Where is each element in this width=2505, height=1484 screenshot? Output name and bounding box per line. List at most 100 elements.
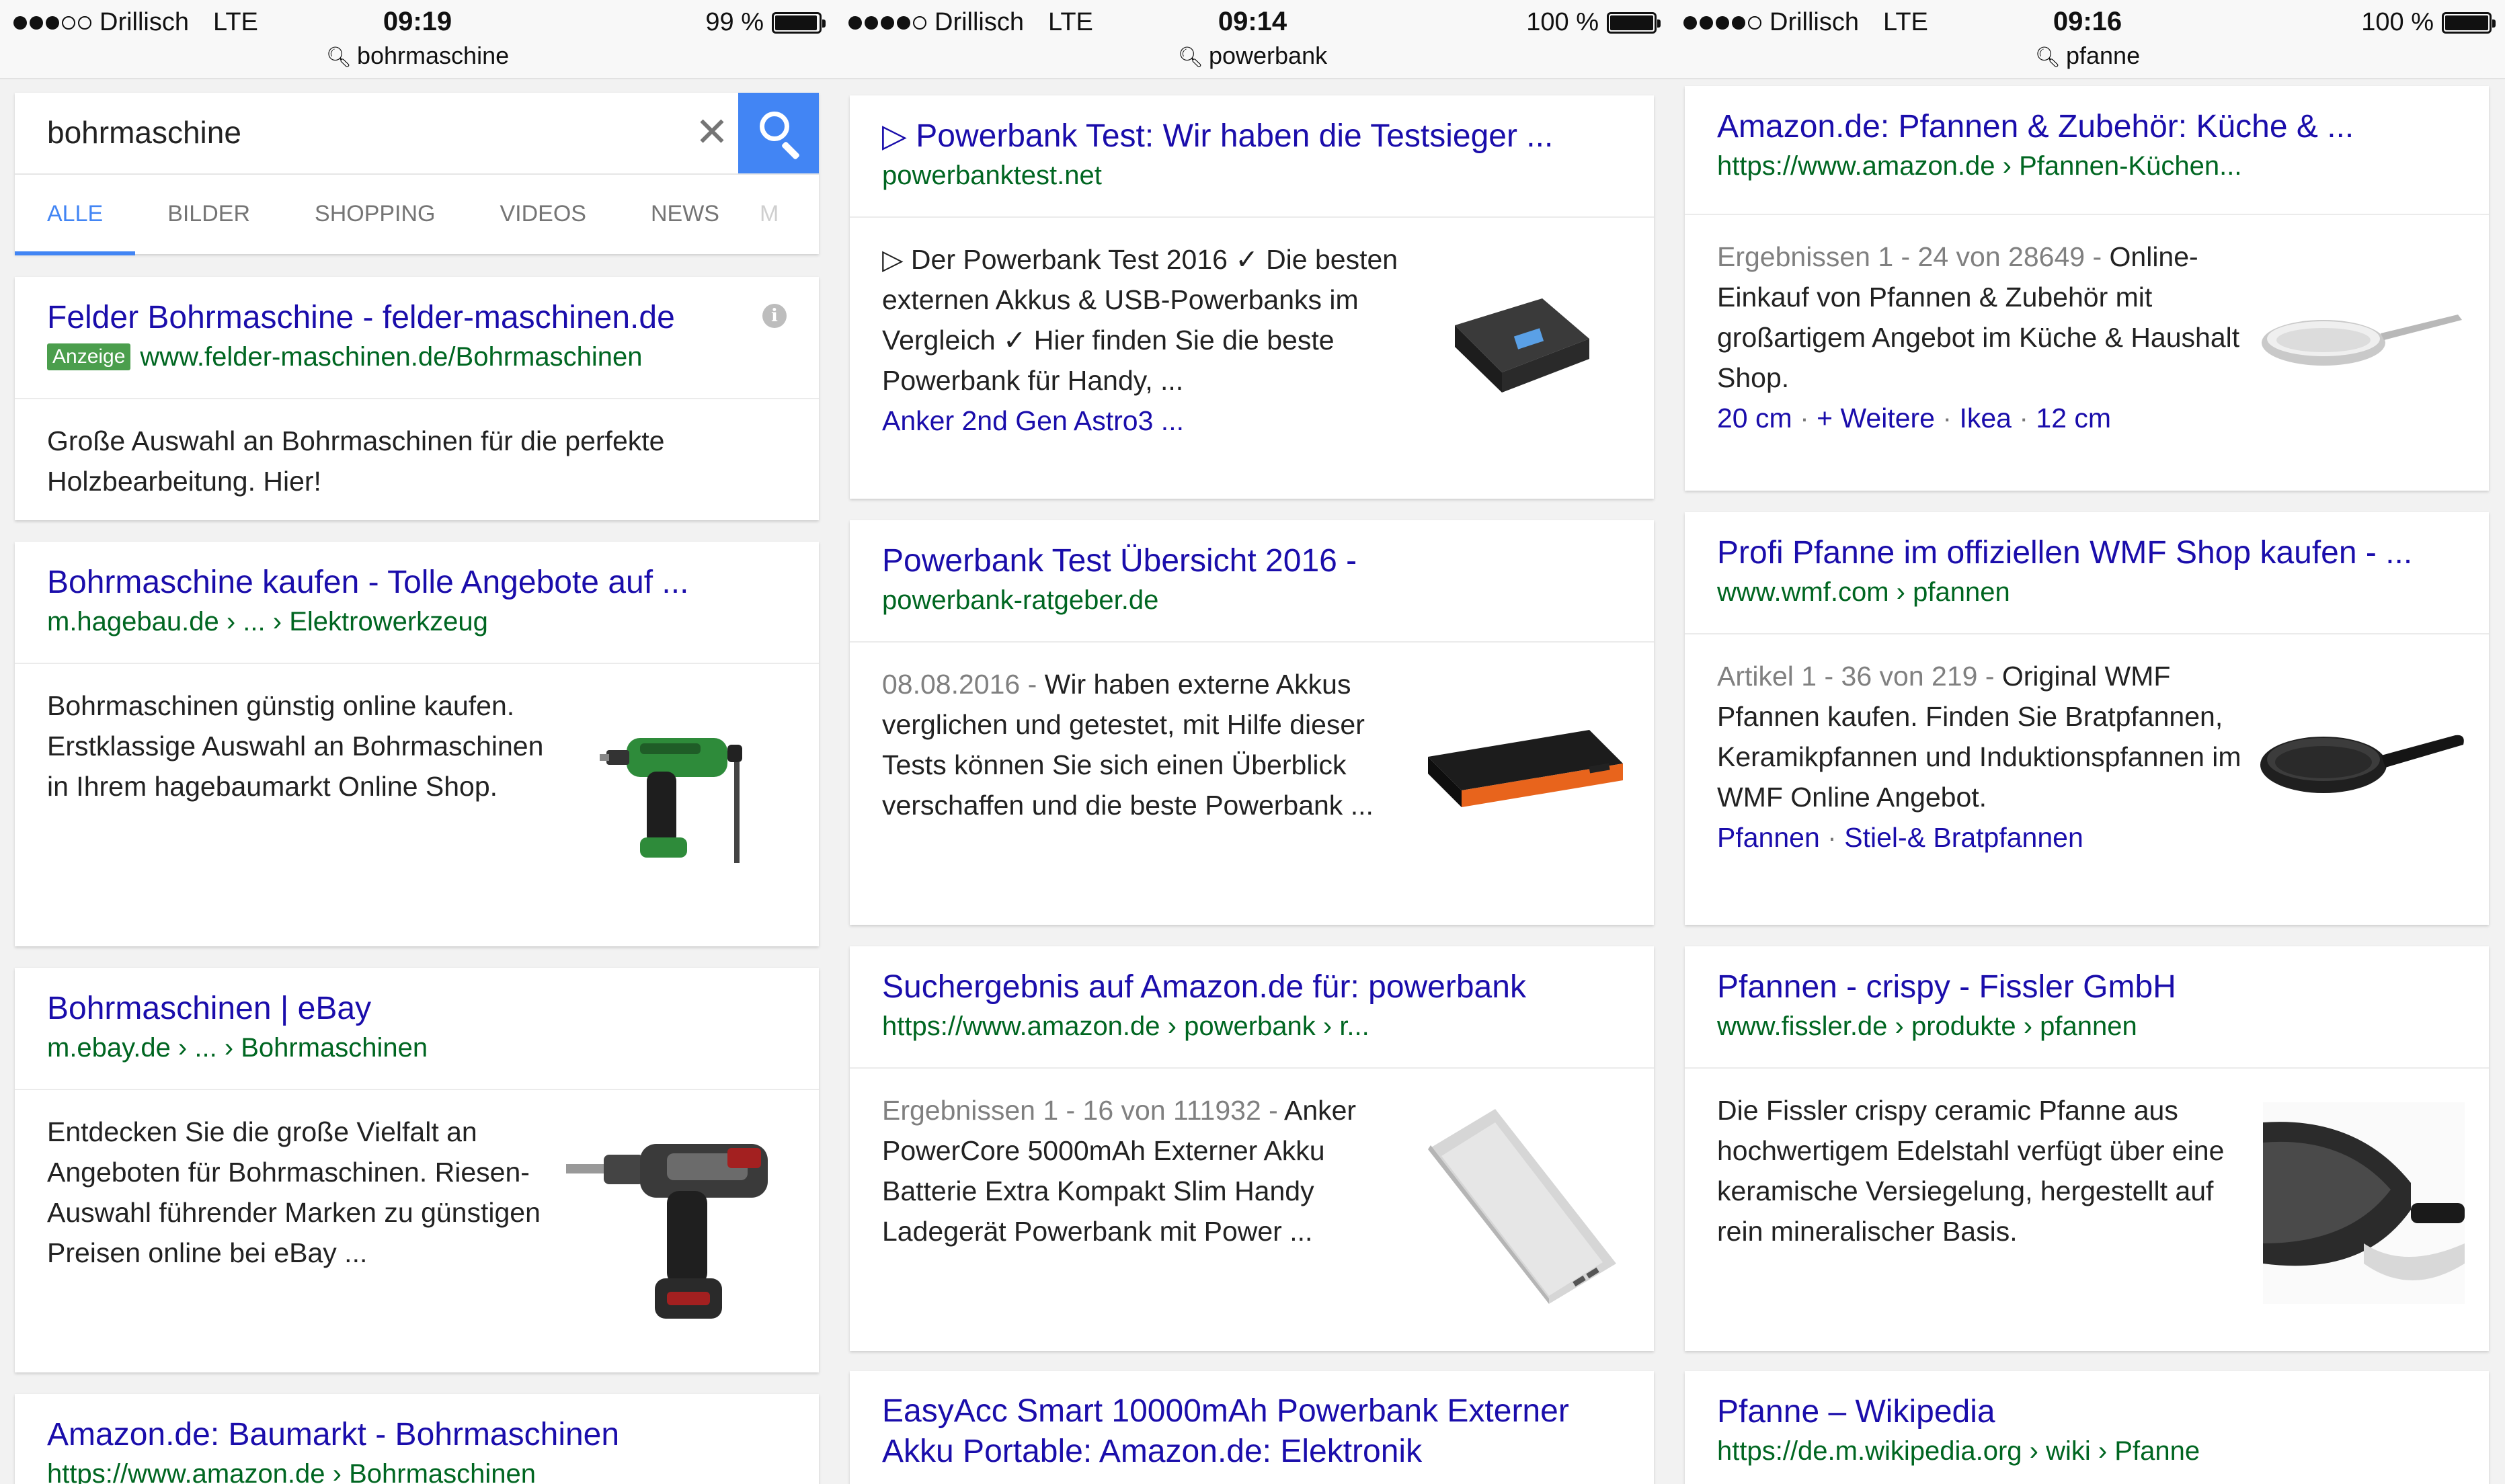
address-bar[interactable]: 🔍︎ pfanne [1670,42,2505,70]
address-text: pfanne [2065,42,2141,69]
result-title[interactable]: Pfannen - crispy - Fissler GmbH [1717,968,2457,1007]
ad-result-card: Felder Bohrmaschine - felder-maschinen.d… [15,277,819,520]
result-card: Suchergebnis auf Amazon.de für: powerban… [850,946,1654,1351]
result-snippet: Ergebnissen 1 - 16 von 111932 - Anker Po… [882,1095,1357,1247]
result-card: Amazon.de: Baumarkt - Bohrmaschinen http… [15,1394,819,1484]
result-title[interactable]: EasyAcc Smart 10000mAh Powerbank Externe… [882,1391,1622,1472]
battery-percent: 100 % [1526,8,1599,36]
powerbank-image[interactable] [1441,285,1603,413]
result-title[interactable]: Bohrmaschine kaufen - Tolle Angebote auf… [47,563,787,602]
search-icon [760,112,789,141]
powerbank-image[interactable] [1421,716,1630,817]
pan-image[interactable] [2256,715,2471,816]
result-url[interactable]: m.hagebau.de › ... › Elektrowerkzeug [47,602,787,641]
battery-icon [772,11,826,34]
clear-icon[interactable]: ✕ [682,102,742,163]
address-bar[interactable]: 🔍︎ bohrmaschine [0,42,835,70]
result-url[interactable]: https://de.m.wikipedia.org › wiki › Pfan… [1717,1432,2457,1471]
drill-image[interactable] [600,725,781,872]
tab-shopping[interactable]: SHOPPING [282,175,467,254]
result-card: EasyAcc Smart 10000mAh Powerbank Externe… [850,1371,1654,1484]
result-url[interactable]: m.ebay.de › ... › Bohrmaschinen [47,1028,787,1067]
search-input[interactable] [15,93,740,172]
status-bar: Drillisch LTE 09:19 99 % 🔍︎ bohrmaschine [0,0,835,79]
result-card: ▷ Powerbank Test: Wir haben die Testsieg… [850,95,1654,499]
result-card: Profi Pfanne im offiziellen WMF Shop kau… [1685,512,2489,925]
result-title[interactable]: Amazon.de: Baumarkt - Bohrmaschinen [47,1415,787,1454]
info-icon[interactable]: i [762,304,787,328]
battery-icon [1607,11,1661,34]
tab-more[interactable]: M [752,175,787,254]
address-bar[interactable]: 🔍︎ powerbank [835,42,1670,70]
sitelink[interactable]: 12 cm [2036,403,2111,434]
powerbank-image[interactable] [1415,1102,1630,1311]
screen-powerbank: Drillisch LTE 09:14 100 % 🔍︎ powerbank ▷ … [835,0,1670,1484]
result-card: Bohrmaschinen | eBay m.ebay.de › ... › B… [15,968,819,1372]
result-sitelinks: Pfannen · Stiel-& Bratpfannen [1717,822,2083,853]
result-url[interactable]: www.wmf.com › pfannen [1717,573,2457,612]
battery-percent: 100 % [2361,8,2434,36]
tab-alle[interactable]: ALLE [15,175,136,255]
search-lock-icon: 🔍︎ [325,46,352,69]
result-sitelink[interactable]: Anker 2nd Gen Astro3 ... [882,401,1406,441]
result-title[interactable]: ▷ Powerbank Test: Wir haben die Testsieg… [882,117,1622,156]
result-snippet: Artikel 1 - 36 von 219 - Original WMF Pf… [1717,661,2241,813]
search-button[interactable] [738,93,819,173]
battery-icon [2442,11,2496,34]
search-lock-icon: 🔍︎ [1177,46,1203,69]
result-card: Bohrmaschine kaufen - Tolle Angebote auf… [15,542,819,946]
sitelink[interactable]: Stiel-& Bratpfannen [1844,822,2083,853]
result-card: Amazon.de: Pfannen & Zubehör: Küche & ..… [1685,86,2489,491]
result-title[interactable]: Amazon.de: Pfannen & Zubehör: Küche & ..… [1717,108,2457,147]
result-snippet: Ergebnissen 1 - 24 von 28649 - Online-Ei… [1717,241,2240,393]
ad-badge: Anzeige [47,343,131,370]
result-card: Pfannen - crispy - Fissler GmbH www.fiss… [1685,946,2489,1351]
result-url[interactable]: www.fissler.de › produkte › pfannen [1717,1007,2457,1046]
result-snippet: 08.08.2016 - Wir haben externe Akkus ver… [882,669,1374,821]
result-snippet: Große Auswahl an Bohrmaschinen für die p… [47,425,665,497]
result-url[interactable]: powerbank-ratgeber.de [882,581,1622,620]
result-title[interactable]: Suchergebnis auf Amazon.de für: powerban… [882,968,1622,1007]
result-title[interactable]: Profi Pfanne im offiziellen WMF Shop kau… [1717,534,2457,573]
result-date: Ergebnissen 1 - 24 von 28649 - [1717,241,2102,272]
result-snippet: ▷ Der Powerbank Test 2016 ✓ Die besten e… [882,244,1398,396]
status-bar: Drillisch LTE 09:16 100 % 🔍︎ pfanne [1670,0,2505,79]
result-title[interactable]: Pfanne – Wikipedia [1717,1393,2457,1432]
sitelink[interactable]: Pfannen [1717,822,1820,853]
address-text: powerbank [1208,42,1328,69]
result-card: Powerbank Test Übersicht 2016 - powerban… [850,520,1654,925]
result-url[interactable]: https://www.amazon.de › Bohrmaschinen [47,1454,787,1484]
result-date: 08.08.2016 - [882,669,1037,700]
pan-image[interactable] [2256,296,2471,397]
result-snippet: Entdecken Sie die große Vielfalt an Ange… [47,1116,541,1268]
result-title[interactable]: Powerbank Test Übersicht 2016 - [882,542,1622,581]
tab-bilder[interactable]: BILDER [135,175,282,254]
result-card: Pfanne – Wikipedia https://de.m.wikipedi… [1685,1371,2489,1484]
search-lock-icon: 🔍︎ [2034,46,2061,69]
sitelink[interactable]: + Weitere [1817,403,1935,434]
result-sitelinks: 20 cm · + Weitere · Ikea · 12 cm [1717,403,2112,434]
result-snippet: Bohrmaschinen günstig online kaufen. Ers… [47,690,544,802]
screen-pfanne: Drillisch LTE 09:16 100 % 🔍︎ pfanne Amazo… [1670,0,2505,1484]
result-url[interactable]: powerbanktest.net [882,156,1622,195]
pan-image[interactable] [2263,1102,2465,1304]
result-title[interactable]: Felder Bohrmaschine - felder-maschinen.d… [47,298,787,337]
result-url[interactable]: https://www.amazon.de › Pfannen-Küchen..… [1717,147,2457,186]
result-date: Ergebnissen 1 - 16 von 111932 - [882,1095,1278,1126]
search-tabs: ALLE BILDER SHOPPING VIDEOS NEWS M [15,173,819,255]
tab-news[interactable]: NEWS [619,175,752,254]
battery-percent: 99 % [705,8,764,36]
result-date: Artikel 1 - 36 von 219 - [1717,661,1995,692]
result-title[interactable]: Bohrmaschinen | eBay [47,989,787,1028]
result-url[interactable]: https://www.amazon.de › powerbank › r... [882,1007,1622,1046]
address-text: bohrmaschine [356,42,510,69]
sitelink[interactable]: 20 cm [1717,403,1792,434]
result-url[interactable]: www.felder-maschinen.de/Bohrmaschinen [140,342,642,372]
tab-videos[interactable]: VIDEOS [468,175,619,254]
drill-image[interactable] [566,1117,795,1332]
status-bar: Drillisch LTE 09:14 100 % 🔍︎ powerbank [835,0,1670,79]
result-snippet: Die Fissler crispy ceramic Pfanne aus ho… [1717,1095,2225,1247]
sitelink[interactable]: Ikea [1959,403,2012,434]
screen-bohrmaschine: Drillisch LTE 09:19 99 % 🔍︎ bohrmaschine … [0,0,835,1484]
search-box: ✕ ALLE BILDER SHOPPING VIDEOS NEWS M [15,93,819,255]
